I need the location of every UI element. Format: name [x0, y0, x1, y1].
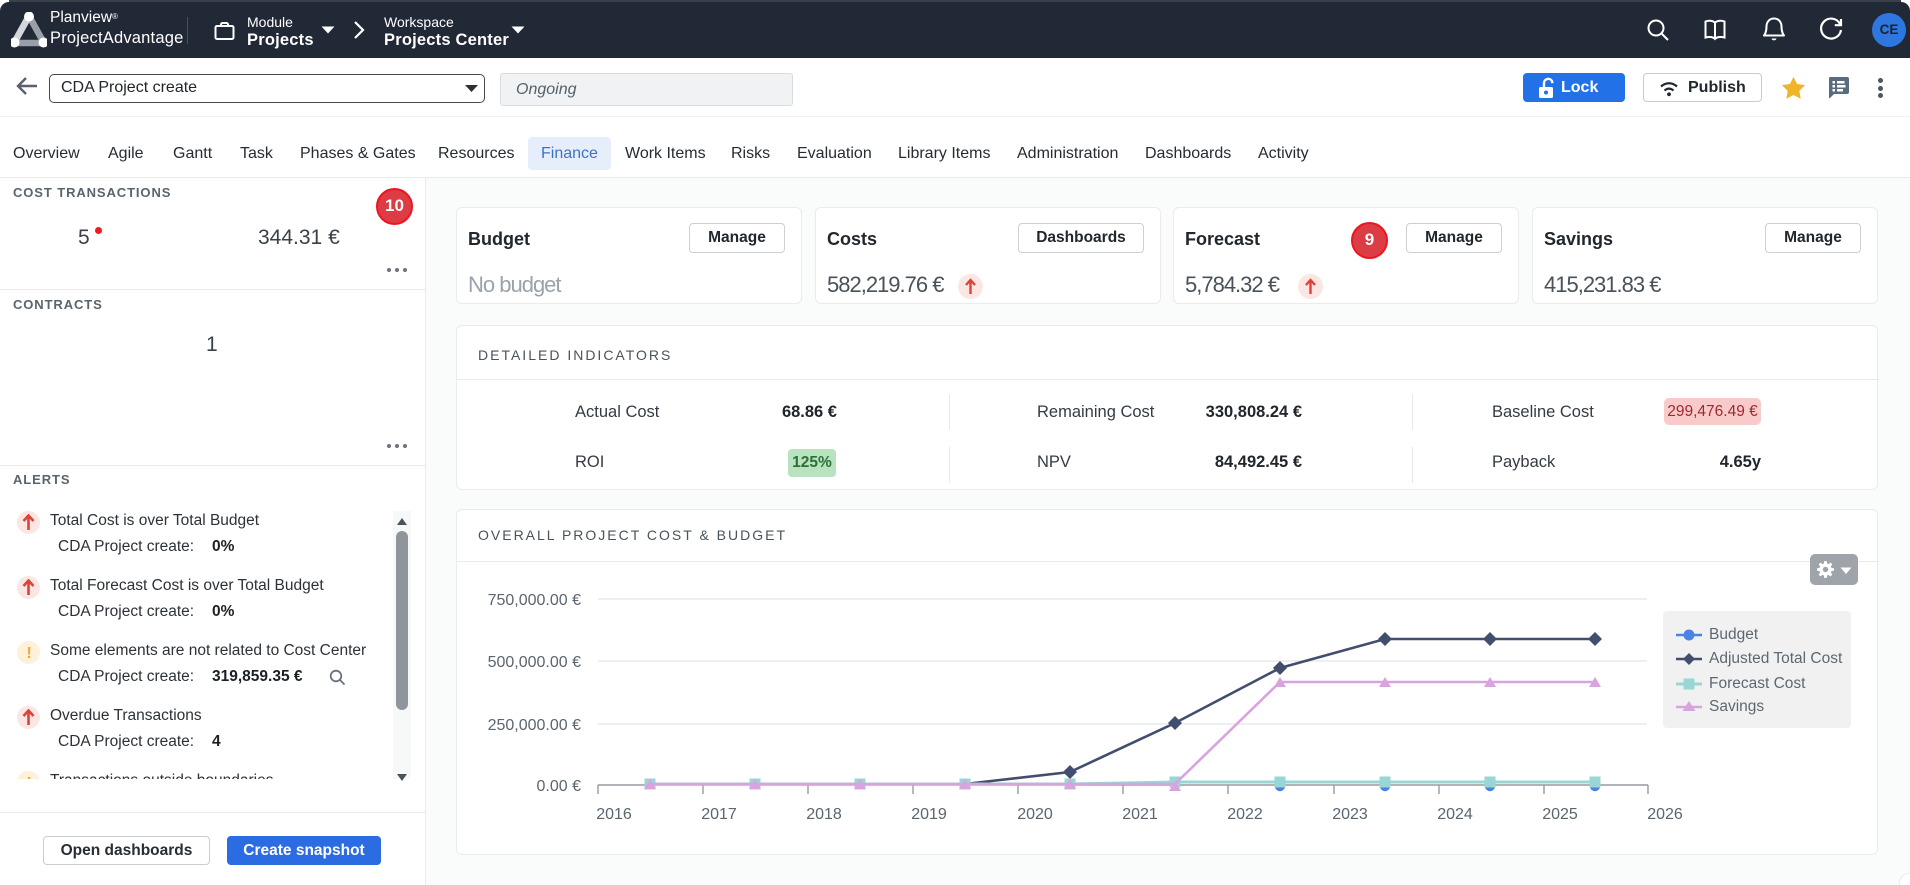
- svg-text:2023: 2023: [1332, 806, 1368, 823]
- svg-text:750,000.00 €: 750,000.00 €: [488, 592, 582, 609]
- svg-text:2016: 2016: [596, 806, 632, 823]
- svg-text:2020: 2020: [1017, 806, 1053, 823]
- svg-text:0.00 €: 0.00 €: [537, 778, 582, 795]
- svg-text:250,000.00 €: 250,000.00 €: [488, 717, 582, 734]
- svg-text:2022: 2022: [1227, 806, 1263, 823]
- svg-text:2019: 2019: [911, 806, 947, 823]
- svg-text:2026: 2026: [1647, 806, 1683, 823]
- svg-text:2017: 2017: [701, 806, 737, 823]
- svg-text:500,000.00 €: 500,000.00 €: [488, 654, 582, 671]
- svg-text:2018: 2018: [806, 806, 842, 823]
- svg-text:2025: 2025: [1542, 806, 1578, 823]
- svg-text:2021: 2021: [1122, 806, 1158, 823]
- svg-text:2024: 2024: [1437, 806, 1473, 823]
